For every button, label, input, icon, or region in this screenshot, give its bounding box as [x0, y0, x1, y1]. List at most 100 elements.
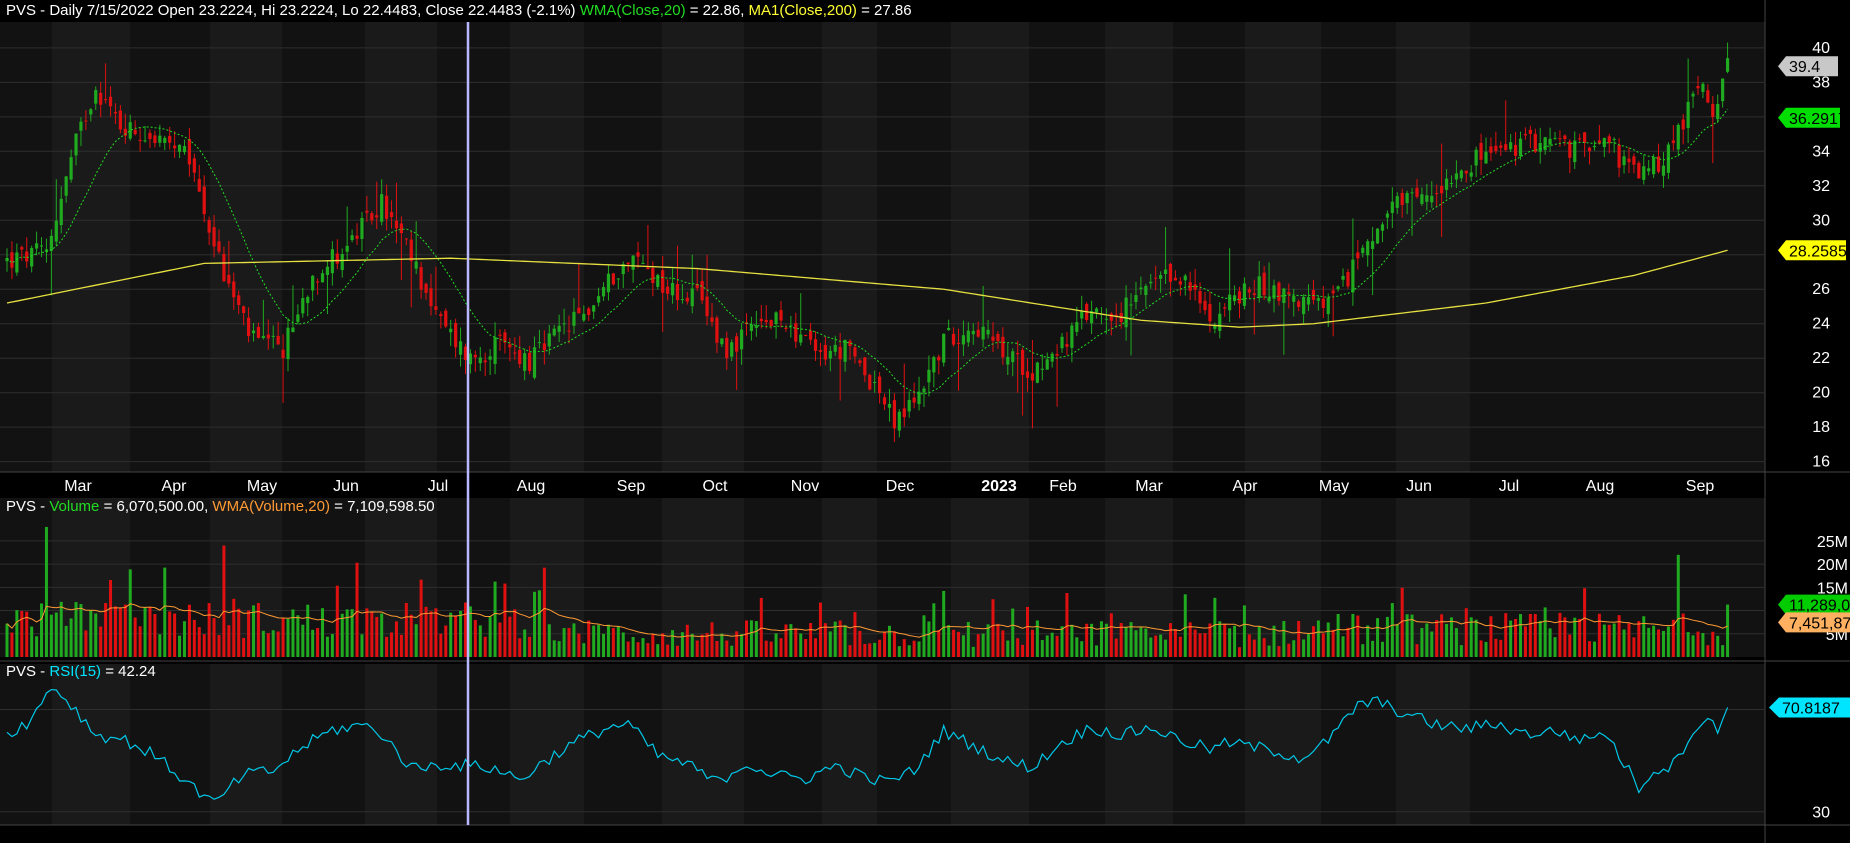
volume-bar: [597, 624, 601, 657]
candle-body: [552, 328, 556, 336]
candle-body: [1528, 129, 1532, 134]
candle-body: [1094, 308, 1099, 313]
candle-body: [1277, 282, 1281, 301]
volume-bar: [1242, 605, 1246, 657]
candle-body: [961, 335, 966, 345]
candle-body: [79, 121, 83, 131]
volume-bar: [301, 624, 305, 657]
volume-bar: [1380, 641, 1384, 657]
volume-bar: [1504, 613, 1508, 657]
volume-bar: [261, 630, 265, 657]
month-band: [1396, 22, 1470, 472]
volume-bar: [759, 597, 763, 657]
x-axis-month-label: Mar: [64, 478, 92, 495]
rsi-header: PVS - RSI(15) = 42.24: [6, 663, 156, 680]
month-band: [822, 664, 877, 825]
candle-body: [143, 140, 147, 142]
candle-body: [1647, 168, 1651, 172]
candle-body: [1040, 368, 1044, 370]
candle-body: [631, 255, 635, 270]
volume-bar: [577, 633, 581, 657]
candle-body: [1696, 86, 1700, 89]
stock-chart[interactable]: 16182022242628303234363840MarAprMayJunJu…: [0, 0, 1850, 843]
x-axis-month-label: Sep: [1686, 478, 1715, 495]
volume-bar: [720, 633, 724, 657]
volume-bar: [1026, 606, 1030, 657]
wma-price-tag-text: 36.2917: [1789, 111, 1847, 128]
volume-bar: [128, 569, 132, 657]
volume-bar: [1371, 640, 1375, 657]
volume-bar: [606, 624, 610, 657]
volume-bar: [321, 608, 325, 657]
candle-body: [818, 350, 823, 352]
volume-bar: [942, 590, 946, 657]
price-tick-label: 26: [1812, 281, 1830, 298]
candle-body: [217, 241, 221, 252]
last-price-tag: 39.4: [1778, 56, 1838, 77]
volume-bar: [1341, 636, 1345, 657]
volume-bar: [1602, 624, 1606, 657]
volume-bar: [424, 606, 428, 657]
volume-bar: [1691, 635, 1695, 657]
volume-last-tag: 11,289,00: [1778, 594, 1850, 615]
volume-bar: [311, 629, 315, 657]
rsi-last-tag: 70.8187: [1769, 697, 1850, 718]
price-tick-label: 20: [1812, 385, 1830, 402]
price-tick-label: 24: [1812, 316, 1830, 333]
price-tick-label: 18: [1812, 419, 1830, 436]
rsi-header-prefix: PVS -: [6, 663, 50, 680]
candle-body: [394, 220, 399, 229]
volume-bar: [370, 612, 374, 657]
volume-bar: [286, 618, 290, 657]
volume-bar: [809, 623, 813, 657]
candle-body: [680, 299, 685, 301]
candle-body: [449, 328, 453, 333]
month-band: [1245, 22, 1321, 472]
candle-body: [808, 330, 813, 340]
candle-body: [858, 360, 862, 364]
candle-body: [912, 397, 916, 403]
rsi-last-tag-text: 70.8187: [1782, 700, 1840, 717]
candle-body: [784, 327, 788, 329]
volume-bar: [1099, 621, 1103, 657]
candle-body: [853, 347, 857, 357]
volume-bar: [1178, 636, 1182, 657]
volume-bar: [636, 642, 640, 657]
volume-bar: [592, 625, 596, 657]
volume-bar: [1553, 637, 1557, 657]
volume-bar: [513, 609, 517, 657]
candle-body: [720, 338, 724, 345]
candle-body: [15, 252, 19, 273]
candle-body: [705, 296, 709, 317]
candle-body: [670, 282, 675, 296]
month-band: [365, 664, 437, 825]
candle-body: [626, 262, 630, 265]
month-band: [822, 22, 877, 472]
volume-bar: [675, 645, 679, 657]
candle-body: [1262, 272, 1266, 296]
volume-tick-label: 20M: [1817, 557, 1848, 574]
rsi-tick-label: 30: [1812, 805, 1830, 822]
candle-body: [478, 357, 482, 364]
candle-body: [1060, 336, 1064, 349]
volume-bar: [533, 591, 537, 657]
candle-body: [458, 341, 463, 355]
volume-bar: [952, 629, 956, 657]
candle-body: [1030, 373, 1035, 381]
candle-body: [966, 330, 970, 343]
candle-body: [759, 318, 763, 322]
candle-body: [1642, 166, 1646, 180]
volume-bar: [671, 630, 675, 657]
volume-bar: [316, 627, 320, 657]
candle-body: [1676, 124, 1680, 150]
candle-body: [1691, 93, 1695, 97]
candle-body: [1563, 135, 1567, 140]
volume-bar: [887, 625, 891, 657]
candle-body: [1045, 359, 1049, 370]
volume-bar: [291, 609, 295, 657]
volume-bar: [1523, 626, 1527, 657]
candle-body: [804, 335, 808, 337]
candle-body: [69, 157, 73, 180]
volume-bar: [680, 632, 684, 657]
volume-bar: [1203, 633, 1207, 657]
